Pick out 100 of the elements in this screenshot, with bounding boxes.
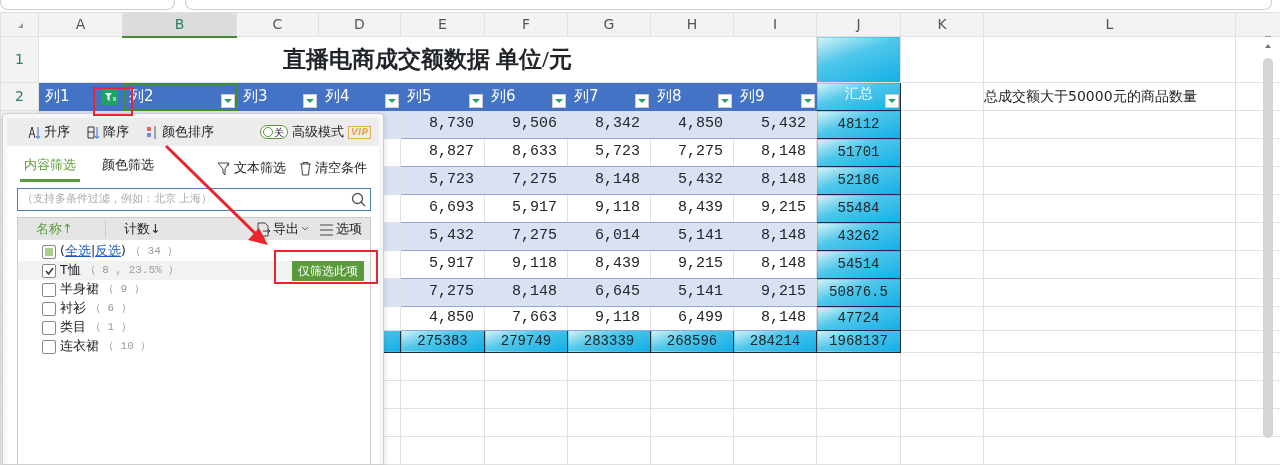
table-cell: 5,432 bbox=[733, 110, 817, 139]
sort-button[interactable]: 降序 bbox=[86, 122, 129, 142]
caret-icon bbox=[720, 97, 730, 105]
export-button[interactable]: 导出 bbox=[256, 219, 309, 239]
table-cell: 8,148 bbox=[733, 138, 817, 167]
vip-badge: VIP bbox=[348, 125, 371, 139]
dropdown-button[interactable] bbox=[718, 94, 732, 108]
column-header[interactable]: A bbox=[38, 12, 123, 37]
caret-icon bbox=[387, 97, 397, 105]
filter-list-item[interactable]: 半身裙 （ 9 ） bbox=[18, 280, 370, 299]
dropdown-button[interactable] bbox=[303, 94, 317, 108]
table-cell: 8,148 bbox=[733, 166, 817, 195]
column-header[interactable]: E bbox=[400, 12, 485, 37]
table-cell: 8,148 bbox=[733, 306, 817, 330]
dropdown-button[interactable] bbox=[221, 94, 235, 108]
sort-icon bbox=[27, 124, 42, 140]
table-cell: 8,827 bbox=[400, 138, 485, 167]
sheet-title: 直播电商成交额数据 单位/元 bbox=[38, 36, 817, 83]
item-label: 连衣裙 bbox=[60, 337, 99, 356]
column-header[interactable]: B bbox=[122, 12, 237, 37]
total-cell: 48112 bbox=[816, 110, 901, 139]
total-cell: 55484 bbox=[816, 194, 901, 223]
filter-list-item[interactable]: 类目 （ 1 ） bbox=[18, 318, 370, 337]
checkmark-icon bbox=[43, 265, 55, 276]
caret-icon bbox=[305, 97, 315, 105]
punctuation-text: ) bbox=[121, 242, 126, 261]
sort-button[interactable]: 升序 bbox=[27, 122, 70, 142]
invert-selection-link[interactable]: 反选 bbox=[95, 242, 122, 261]
column-header[interactable]: F bbox=[484, 12, 568, 37]
column-header[interactable]: K bbox=[900, 12, 984, 37]
header-label: 列6 bbox=[490, 86, 516, 107]
column-header[interactable]: H bbox=[650, 12, 734, 37]
search-field[interactable]: （支持多条件过滤，例如：北京 上海） bbox=[17, 188, 371, 211]
table-cell: 7,275 bbox=[650, 138, 734, 167]
dropdown-button[interactable] bbox=[469, 94, 483, 108]
column-sort-label[interactable]: 计数↓ bbox=[124, 219, 161, 239]
filter-tab[interactable]: 颜色筛选 bbox=[98, 154, 158, 182]
table-cell: 7,275 bbox=[400, 278, 485, 307]
table-cell: 8,439 bbox=[567, 250, 651, 279]
table-cell: 9,215 bbox=[733, 278, 817, 307]
filter-tab[interactable]: 内容筛选 bbox=[20, 154, 80, 182]
table-cell: 8,148 bbox=[733, 222, 817, 251]
table-cell: 5,723 bbox=[567, 138, 651, 167]
filter-list-item[interactable]: T恤 （ 8 , 23.5% ） 仅筛选此项 bbox=[18, 261, 370, 280]
table-cell: 9,118 bbox=[567, 306, 651, 330]
table-cell: 6,645 bbox=[567, 278, 651, 307]
dropdown-button[interactable] bbox=[801, 94, 815, 108]
dropdown-button[interactable] bbox=[635, 94, 649, 108]
header-label: 列5 bbox=[406, 86, 432, 107]
row-number[interactable]: 2 bbox=[0, 82, 39, 111]
item-label: 类目 bbox=[60, 318, 86, 337]
row-number[interactable]: 1 bbox=[0, 36, 39, 83]
filter-list-item[interactable]: 连衣裙 （ 10 ） bbox=[18, 337, 370, 356]
table-cell: 4,850 bbox=[650, 110, 734, 139]
toolbar-button[interactable]: 文本筛选 bbox=[217, 158, 286, 178]
column-header[interactable]: I bbox=[733, 12, 817, 37]
select-all-link[interactable]: 全选 bbox=[64, 242, 91, 261]
checkbox[interactable] bbox=[42, 339, 56, 354]
table-cell: 8,633 bbox=[484, 138, 568, 167]
note-text: 总成交额大于50000元的商品数量 bbox=[983, 82, 1236, 111]
column-header[interactable]: J bbox=[816, 12, 901, 37]
column-header[interactable]: L bbox=[983, 12, 1236, 37]
document-icon bbox=[256, 221, 271, 237]
column-header[interactable]: G bbox=[567, 12, 651, 37]
table-cell: 5,917 bbox=[400, 250, 485, 279]
caret-icon bbox=[471, 97, 481, 105]
caret-icon bbox=[887, 97, 897, 105]
sort-icon bbox=[86, 124, 101, 140]
checkbox[interactable] bbox=[42, 263, 56, 278]
column-header[interactable]: C bbox=[236, 12, 319, 37]
checkbox[interactable] bbox=[42, 282, 56, 297]
count-text: （ 9 ） bbox=[103, 282, 145, 298]
table-cell: 5,141 bbox=[650, 222, 734, 251]
filter-list-item[interactable]: 衬衫 （ 6 ） bbox=[18, 299, 370, 318]
checkbox[interactable] bbox=[42, 320, 56, 335]
dropdown-button[interactable] bbox=[385, 94, 399, 108]
dropdown-button[interactable] bbox=[552, 94, 566, 108]
sort-button[interactable]: 颜色排序 bbox=[145, 122, 214, 142]
table-cell: 7,275 bbox=[484, 222, 568, 251]
table-cell: 7,663 bbox=[484, 306, 568, 330]
caret-icon bbox=[223, 97, 233, 105]
caret-icon bbox=[803, 97, 813, 105]
header-label: 列1 bbox=[44, 86, 70, 107]
caret-icon bbox=[301, 226, 309, 232]
checkbox[interactable] bbox=[42, 301, 56, 316]
table-cell: 6,693 bbox=[400, 194, 485, 223]
total-cell: 52186 bbox=[816, 166, 901, 195]
header-label: 列8 bbox=[656, 86, 682, 107]
header-label: 汇总 bbox=[844, 85, 873, 103]
separator-text: | bbox=[90, 242, 96, 261]
toggle-switch[interactable]: 关 bbox=[260, 125, 289, 139]
table-cell: 4,850 bbox=[400, 306, 485, 330]
select-all-checkbox[interactable] bbox=[42, 244, 56, 259]
total-cell: 51701 bbox=[816, 138, 901, 167]
options-button[interactable]: 选项 bbox=[319, 219, 362, 239]
dropdown-button[interactable] bbox=[885, 94, 899, 108]
column-header[interactable]: D bbox=[318, 12, 401, 37]
table-cell: 9,118 bbox=[484, 250, 568, 279]
count-text: （ 34 ） bbox=[130, 244, 179, 260]
toolbar-button[interactable]: 清空条件 bbox=[298, 158, 367, 178]
